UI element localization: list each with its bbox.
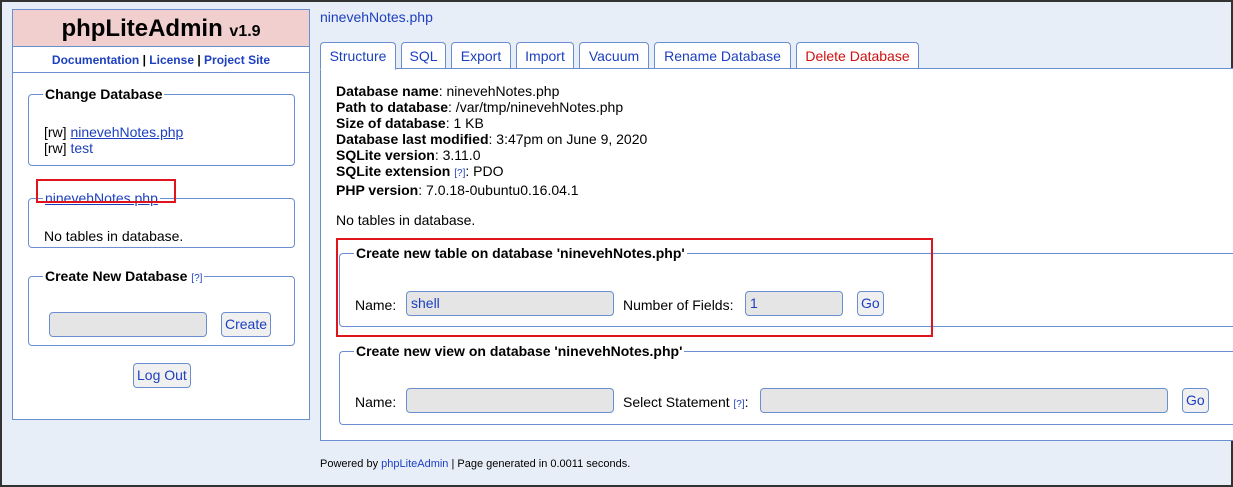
info-label: PHP version	[336, 182, 419, 198]
create-database-button[interactable]: Create	[221, 312, 272, 337]
info-row: SQLite extension [?]: PDO	[336, 163, 647, 182]
select-statement-input[interactable]	[760, 388, 1168, 413]
project-site-link[interactable]: Project Site	[204, 53, 270, 67]
no-tables-message: No tables in database.	[336, 212, 476, 228]
create-view-go-button[interactable]: Go	[1182, 388, 1209, 413]
select-statement-label: Select Statement [?]:	[623, 394, 749, 410]
breadcrumb[interactable]: ninevehNotes.php	[320, 9, 433, 25]
view-name-label: Name:	[355, 394, 397, 410]
database-list-item: [rw] test	[44, 140, 183, 156]
info-label: Database last modified	[336, 131, 489, 147]
info-label: SQLite extension	[336, 163, 451, 179]
tab-structure[interactable]: Structure	[320, 42, 396, 70]
create-database-box: Create New Database [?] Create	[28, 268, 295, 346]
create-database-help-link[interactable]: [?]	[191, 273, 202, 284]
database-link-test[interactable]: test	[70, 140, 93, 156]
app-name: phpLiteAdmin	[61, 15, 223, 42]
info-label: Path to database	[336, 99, 449, 115]
database-info: Database name: ninevehNotes.php Path to …	[336, 83, 647, 198]
license-link[interactable]: License	[149, 53, 194, 67]
create-database-legend: Create New Database [?]	[43, 268, 204, 284]
db-mode: [rw]	[44, 124, 67, 140]
no-tables-message: No tables in database.	[44, 228, 184, 244]
info-row: Path to database: /var/tmp/ninevehNotes.…	[336, 99, 647, 115]
footer-prefix: Powered by	[320, 458, 379, 470]
create-database-title: Create New Database	[45, 268, 188, 284]
footer-suffix: | Page generated in 0.0011 seconds.	[451, 458, 631, 470]
create-view-legend: Create new view on database 'ninevehNote…	[356, 343, 683, 359]
tab-sql[interactable]: SQL	[401, 42, 446, 69]
select-statement-colon: :	[744, 394, 749, 410]
info-row: Database name: ninevehNotes.php	[336, 83, 647, 99]
info-row: Size of database: 1 KB	[336, 115, 647, 131]
db-mode: [rw]	[44, 140, 67, 156]
info-value: : ninevehNotes.php	[438, 83, 560, 99]
info-value: : /var/tmp/ninevehNotes.php	[448, 99, 624, 115]
info-row: Database last modified: 3:47pm on June 9…	[336, 131, 647, 147]
app-logo: phpLiteAdmin v1.9	[12, 9, 310, 47]
info-label: SQLite version	[336, 147, 435, 163]
select-statement-text: Select Statement	[623, 394, 730, 410]
footer-phpliteadmin-link[interactable]: phpLiteAdmin	[381, 458, 448, 470]
left-sidebar: phpLiteAdmin v1.9 Documentation | Licens…	[12, 9, 310, 420]
top-links: Documentation | License | Project Site	[12, 47, 310, 73]
info-value: : 7.0.18-0ubuntu0.16.04.1	[418, 182, 579, 198]
documentation-link[interactable]: Documentation	[52, 53, 139, 67]
database-link-ninevehnotes[interactable]: ninevehNotes.php	[70, 124, 183, 140]
logout-button[interactable]: Log Out	[133, 363, 191, 388]
main-panel: Database name: ninevehNotes.php Path to …	[320, 68, 1233, 441]
info-label: Database name	[336, 83, 439, 99]
info-label: Size of database	[336, 115, 446, 131]
view-name-input[interactable]	[406, 388, 614, 413]
highlight-annotation	[36, 179, 176, 203]
create-view-box: Create new view on database 'ninevehNote…	[339, 343, 1233, 425]
left-panel: Change Database [rw] ninevehNotes.php [r…	[12, 73, 310, 420]
new-database-input[interactable]	[49, 312, 207, 337]
tab-vacuum[interactable]: Vacuum	[579, 42, 649, 69]
info-value: : 3.11.0	[434, 147, 481, 163]
info-value: : 1 KB	[445, 115, 484, 131]
sqlite-extension-help-link[interactable]: [?]	[454, 168, 465, 179]
change-database-legend: Change Database	[45, 86, 163, 102]
change-database-box: Change Database [rw] ninevehNotes.php [r…	[28, 86, 295, 166]
select-statement-help-link[interactable]: [?]	[734, 399, 745, 410]
tab-rename-database[interactable]: Rename Database	[654, 42, 791, 69]
info-value: : 3:47pm on June 9, 2020	[488, 131, 648, 147]
tab-import[interactable]: Import	[516, 42, 574, 69]
footer: Powered by phpLiteAdmin | Page generated…	[320, 458, 630, 470]
tab-export[interactable]: Export	[451, 42, 511, 69]
info-value: : PDO	[465, 163, 504, 179]
info-row: SQLite version: 3.11.0	[336, 147, 647, 163]
info-row: PHP version: 7.0.18-0ubuntu0.16.04.1	[336, 182, 647, 198]
link-separator: |	[197, 53, 201, 67]
highlight-annotation	[336, 238, 933, 337]
database-list-item: [rw] ninevehNotes.php	[44, 124, 183, 140]
link-separator: |	[142, 53, 146, 67]
app-version: v1.9	[229, 23, 261, 40]
tab-delete-database[interactable]: Delete Database	[796, 42, 919, 69]
